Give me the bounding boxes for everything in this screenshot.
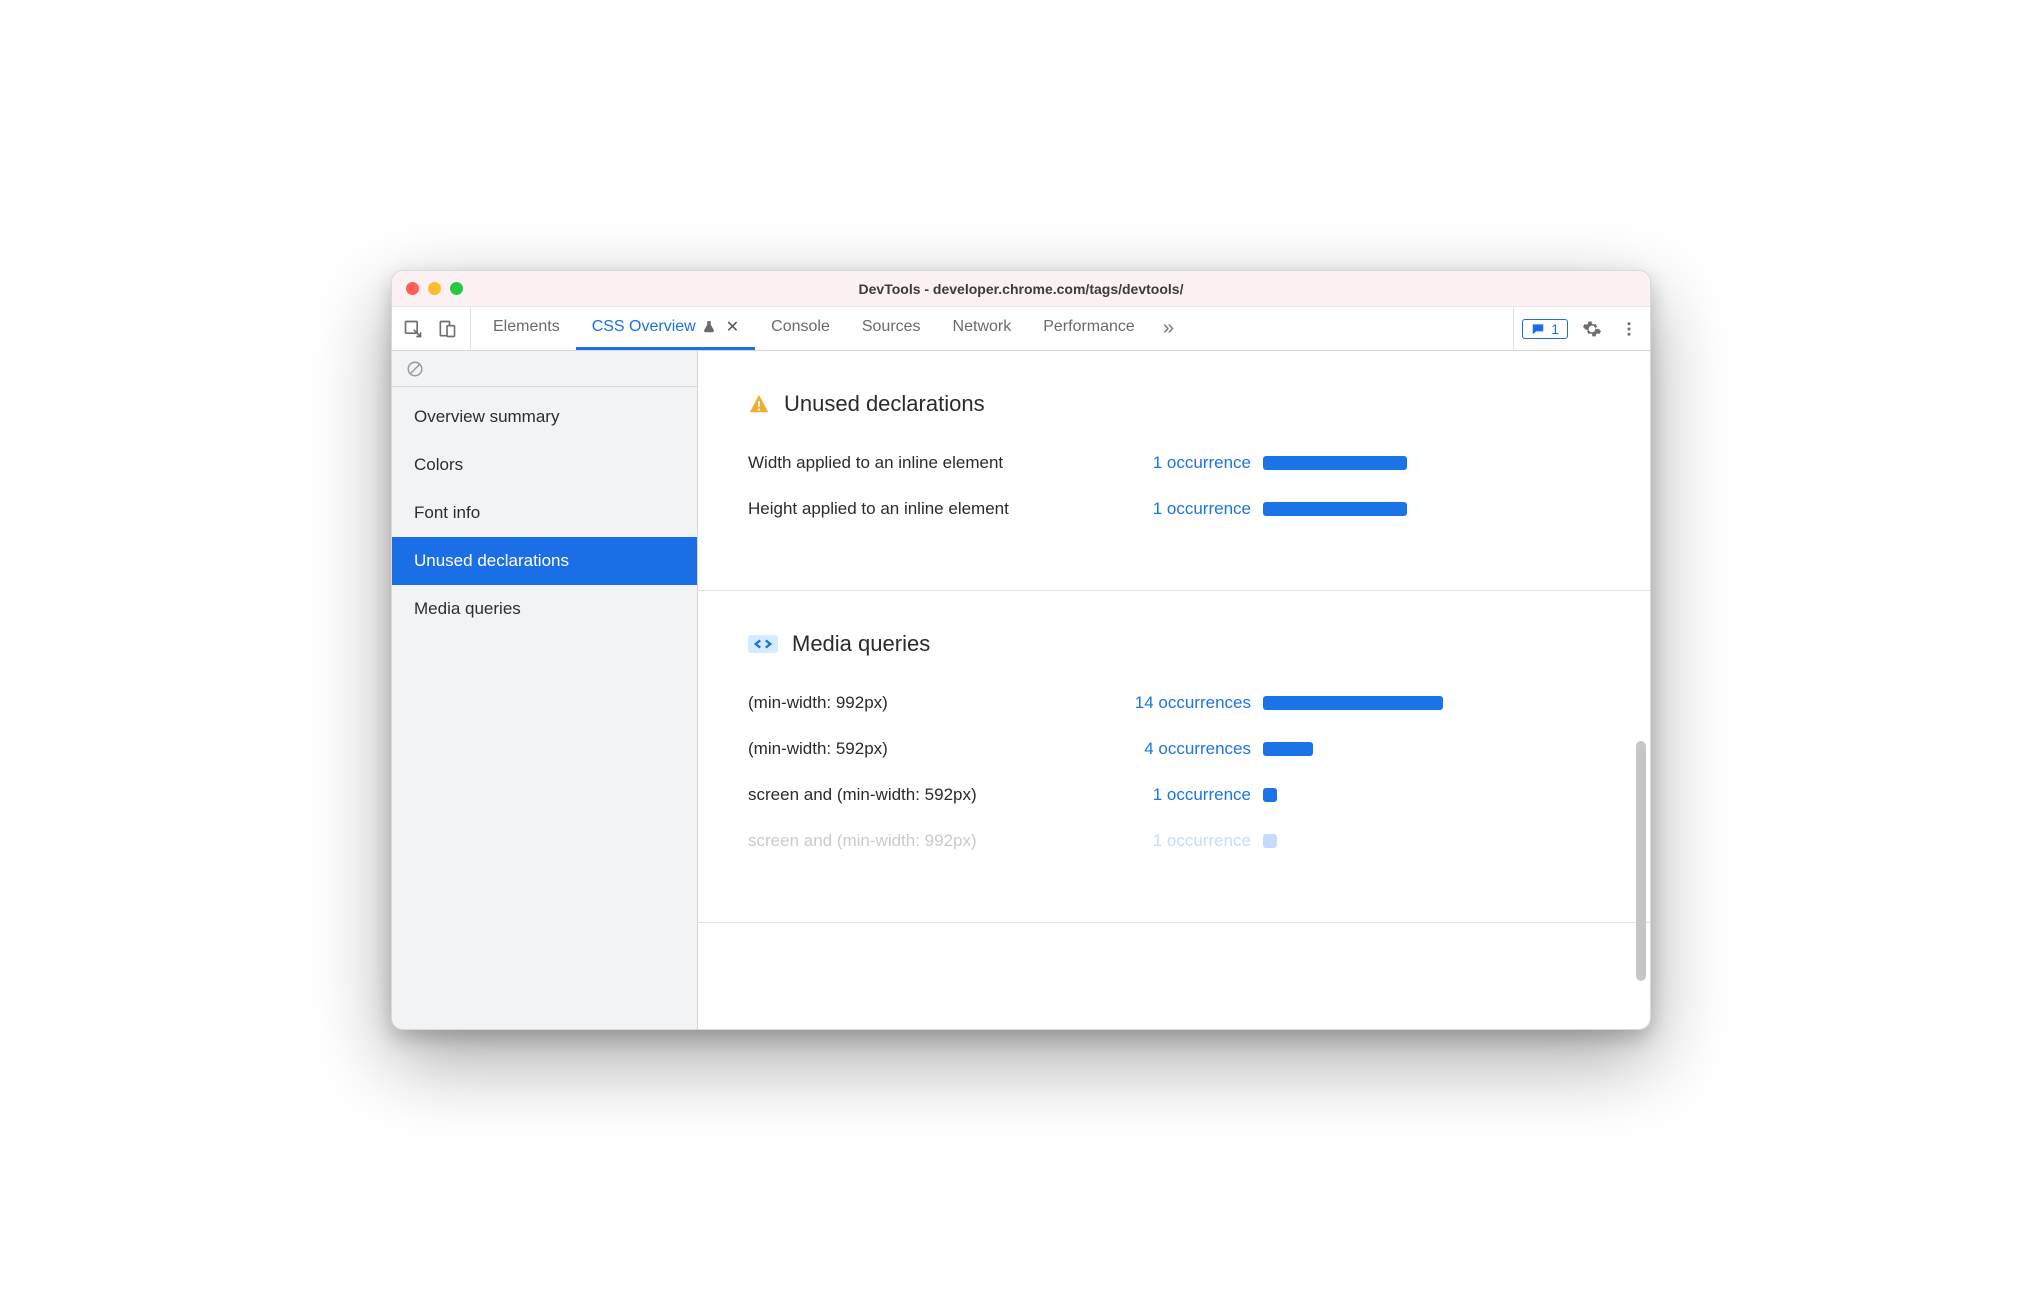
tab-label: Network — [953, 318, 1012, 336]
tab-css-overview[interactable]: CSS Overview ✕ — [576, 307, 755, 350]
issues-count: 1 — [1551, 321, 1559, 337]
tab-label: Elements — [493, 318, 560, 336]
experimental-beaker-icon — [702, 320, 716, 334]
sidebar-item-media-queries[interactable]: Media queries — [392, 585, 697, 633]
clear-icon — [406, 360, 424, 378]
tab-elements[interactable]: Elements — [477, 307, 576, 350]
sidebar-item-font-info[interactable]: Font info — [392, 489, 697, 537]
sidebar-item-label: Unused declarations — [414, 551, 569, 570]
unused-row-label: Width applied to an inline element — [748, 453, 1108, 473]
window-title: DevTools - developer.chrome.com/tags/dev… — [392, 281, 1650, 297]
device-toolbar-icon[interactable] — [432, 314, 462, 344]
bar-wrap — [1263, 696, 1443, 710]
media-row: screen and (min-width: 992px) 1 occurren… — [748, 831, 1600, 851]
sidebar-item-label: Font info — [414, 503, 480, 522]
scrollbar-thumb[interactable] — [1636, 741, 1646, 981]
sidebar-item-overview-summary[interactable]: Overview summary — [392, 393, 697, 441]
devtools-window: DevTools - developer.chrome.com/tags/dev… — [391, 270, 1651, 1030]
inspect-element-icon[interactable] — [398, 314, 428, 344]
bar — [1263, 742, 1313, 756]
media-row-label: (min-width: 592px) — [748, 739, 1108, 759]
settings-gear-icon[interactable] — [1578, 319, 1606, 339]
close-tab-icon[interactable]: ✕ — [722, 317, 739, 337]
section-heading: Media queries — [748, 631, 1600, 657]
tab-label: Console — [771, 318, 830, 336]
occurrence-link[interactable]: 1 occurrence — [1108, 499, 1263, 519]
occurrence-link[interactable]: 14 occurrences — [1108, 693, 1263, 713]
toolbar-left — [398, 307, 471, 350]
sidebar-item-label: Media queries — [414, 599, 521, 618]
occurrence-link[interactable]: 1 occurrence — [1108, 453, 1263, 473]
occurrence-link[interactable]: 4 occurrences — [1108, 739, 1263, 759]
minimize-window-button[interactable] — [428, 282, 441, 295]
traffic-lights — [392, 282, 463, 295]
sidebar-item-label: Overview summary — [414, 407, 559, 426]
bar — [1263, 834, 1277, 848]
tab-network[interactable]: Network — [937, 307, 1028, 350]
bar-wrap — [1263, 788, 1443, 802]
sidebar-nav: Overview summary Colors Font info Unused… — [392, 387, 697, 633]
css-overview-content[interactable]: Unused declarations Width applied to an … — [698, 351, 1650, 1029]
tab-label: Performance — [1043, 318, 1135, 336]
sidebar-item-label: Colors — [414, 455, 463, 474]
media-row: (min-width: 592px) 4 occurrences — [748, 739, 1600, 759]
css-overview-sidebar: Overview summary Colors Font info Unused… — [392, 351, 698, 1029]
bar — [1263, 502, 1407, 516]
panel-body: Overview summary Colors Font info Unused… — [392, 351, 1650, 1029]
media-queries-icon — [748, 635, 778, 653]
bar — [1263, 456, 1407, 470]
bar — [1263, 788, 1277, 802]
tab-label: CSS Overview — [592, 318, 696, 336]
close-window-button[interactable] — [406, 282, 419, 295]
media-row-label: (min-width: 992px) — [748, 693, 1108, 713]
toolbar-right: 1 — [1513, 307, 1642, 350]
more-options-kebab-icon[interactable] — [1616, 320, 1642, 338]
panel-tabs: Elements CSS Overview ✕ Console Sources … — [477, 307, 1151, 350]
bar-wrap — [1263, 456, 1443, 470]
media-row: (min-width: 992px) 14 occurrences — [748, 693, 1600, 713]
bar — [1263, 696, 1443, 710]
clear-overview-button[interactable] — [392, 351, 697, 387]
section-media-queries: Media queries (min-width: 992px) 14 occu… — [698, 591, 1650, 923]
media-row: screen and (min-width: 592px) 1 occurren… — [748, 785, 1600, 805]
section-title: Unused declarations — [784, 391, 985, 417]
media-row-label: screen and (min-width: 992px) — [748, 831, 1108, 851]
devtools-tabbar: Elements CSS Overview ✕ Console Sources … — [392, 307, 1650, 351]
issues-badge[interactable]: 1 — [1522, 319, 1568, 339]
unused-row: Width applied to an inline element 1 occ… — [748, 453, 1600, 473]
sidebar-item-colors[interactable]: Colors — [392, 441, 697, 489]
media-row-label: screen and (min-width: 592px) — [748, 785, 1108, 805]
occurrence-link[interactable]: 1 occurrence — [1108, 785, 1263, 805]
tab-performance[interactable]: Performance — [1027, 307, 1151, 350]
section-title: Media queries — [792, 631, 930, 657]
section-heading: Unused declarations — [748, 391, 1600, 417]
section-unused-declarations: Unused declarations Width applied to an … — [698, 351, 1650, 591]
occurrence-link[interactable]: 1 occurrence — [1108, 831, 1263, 851]
message-icon — [1531, 322, 1545, 336]
titlebar: DevTools - developer.chrome.com/tags/dev… — [392, 271, 1650, 307]
warning-triangle-icon — [748, 393, 770, 415]
tab-sources[interactable]: Sources — [846, 307, 937, 350]
more-tabs-chevron-icon[interactable]: » — [1151, 317, 1186, 340]
unused-row: Height applied to an inline element 1 oc… — [748, 499, 1600, 519]
unused-row-label: Height applied to an inline element — [748, 499, 1108, 519]
tab-console[interactable]: Console — [755, 307, 846, 350]
tab-label: Sources — [862, 318, 921, 336]
maximize-window-button[interactable] — [450, 282, 463, 295]
bar-wrap — [1263, 742, 1443, 756]
sidebar-item-unused-declarations[interactable]: Unused declarations — [392, 537, 697, 585]
bar-wrap — [1263, 502, 1443, 516]
bar-wrap — [1263, 834, 1443, 848]
